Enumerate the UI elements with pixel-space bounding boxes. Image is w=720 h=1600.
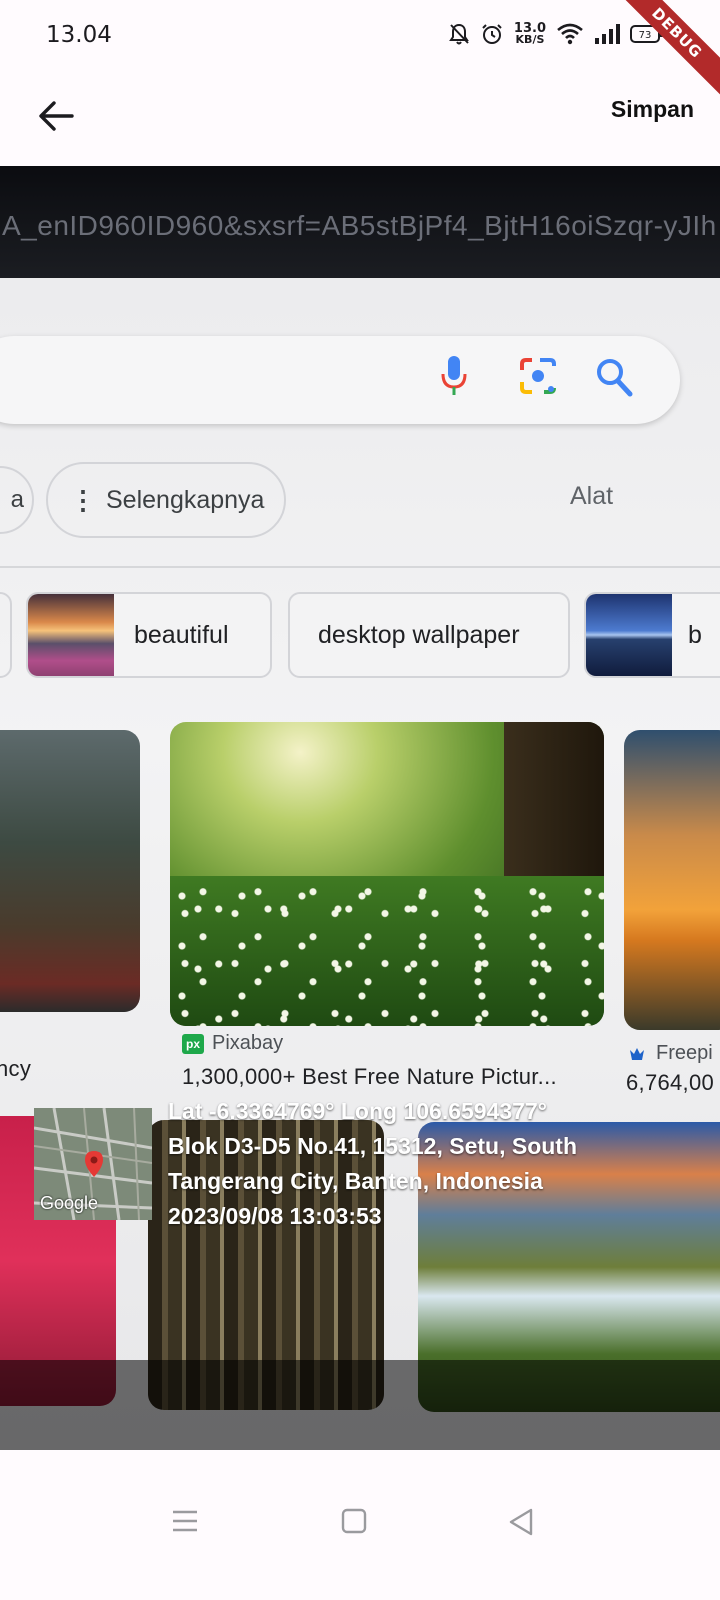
map-google-label: Google (40, 1193, 99, 1213)
status-bar: 13.04 13.0 KB/S 73 (0, 0, 720, 72)
map-pin-icon (85, 1151, 103, 1177)
related-chip-label: desktop wallpaper (318, 620, 520, 649)
wifi-icon (556, 23, 584, 45)
related-chip-thumb (28, 594, 114, 676)
result-source-label: Pixabay (212, 1032, 284, 1054)
geotag-timestamp: 2023/09/08 13:03:53 (168, 1203, 382, 1229)
more-chip: ⋮ Selengkapnya (46, 462, 286, 538)
result-source-label: Freepi (656, 1042, 713, 1064)
result-source: Freepi (626, 1042, 713, 1065)
result-title: 6,764,00 (626, 1070, 715, 1095)
geotag-text: Lat -6.3364769° Long 106.6594377° Blok D… (168, 1094, 708, 1234)
search-icon (597, 359, 633, 397)
status-time: 13.04 (46, 22, 112, 48)
result-source: px Pixabay (182, 1032, 283, 1055)
related-chip-beautiful: beautiful (26, 592, 272, 678)
result-title: ncy (0, 1056, 32, 1081)
more-vert-icon: ⋮ (70, 484, 96, 515)
related-chip-label: beautiful (134, 620, 229, 649)
photographed-taskbar (0, 1360, 720, 1450)
geotag-map: Google (34, 1108, 152, 1220)
menu-icon[interactable] (172, 1508, 198, 1539)
freepik-logo-icon (626, 1044, 648, 1064)
network-speed-unit: KB/S (515, 33, 545, 46)
geotag-address-line2: Tangerang City, Banten, Indonesia (168, 1168, 543, 1194)
related-chip-desktop-wallpaper: desktop wallpaper (288, 592, 570, 678)
photo-preview: A_enID960ID960&sxsrf=AB5stBjPf4_BjtH16oi… (0, 166, 720, 1450)
camera-lens-icon (520, 358, 556, 394)
mic-icon (441, 356, 467, 395)
result-title: 1,300,000+ Best Free Nature Pictur... (182, 1064, 557, 1089)
screen: 13.04 13.0 KB/S 73 DEBUG Simpan A_enID96… (0, 0, 720, 1600)
image-result-mountain (0, 730, 140, 1012)
svg-text:73: 73 (639, 30, 652, 41)
related-chip-partial: b (584, 592, 720, 678)
back-button[interactable] (30, 90, 82, 142)
status-icons: 13.0 KB/S 73 (448, 22, 664, 46)
divider (0, 566, 720, 568)
back-triangle-icon[interactable] (508, 1508, 534, 1541)
image-result-sunset (624, 730, 720, 1030)
arrow-back-icon (39, 101, 74, 131)
related-chip-thumb (586, 594, 672, 676)
app-bar: Simpan (0, 72, 720, 164)
geotag-address-line1: Blok D3-D5 No.41, 15312, Setu, South (168, 1133, 578, 1159)
tools-label: Alat (570, 482, 614, 510)
mute-bell-icon (448, 22, 470, 46)
geotag-coordinates: Lat -6.3364769° Long 106.6594377° (168, 1098, 547, 1124)
search-bar (0, 336, 680, 424)
network-speed: 13.0 KB/S (514, 22, 546, 46)
alarm-icon (480, 22, 504, 46)
pixabay-logo-icon: px (182, 1033, 204, 1054)
url-text: A_enID960ID960&sxsrf=AB5stBjPf4_BjtH16oi… (2, 210, 717, 241)
flower-field (170, 876, 604, 1026)
home-square-icon[interactable] (341, 1508, 367, 1539)
related-chip-label: b (688, 620, 702, 649)
related-chip-edge (0, 592, 12, 678)
system-nav-bar (0, 1450, 720, 1600)
more-chip-label: Selengkapnya (106, 485, 265, 514)
signal-icon (594, 23, 620, 45)
filter-chip-partial-label: a (10, 486, 24, 513)
browser-url-bar: A_enID960ID960&sxsrf=AB5stBjPf4_BjtH16oi… (0, 166, 720, 278)
image-result-meadow (170, 722, 604, 1026)
save-button[interactable]: Simpan (611, 96, 694, 123)
